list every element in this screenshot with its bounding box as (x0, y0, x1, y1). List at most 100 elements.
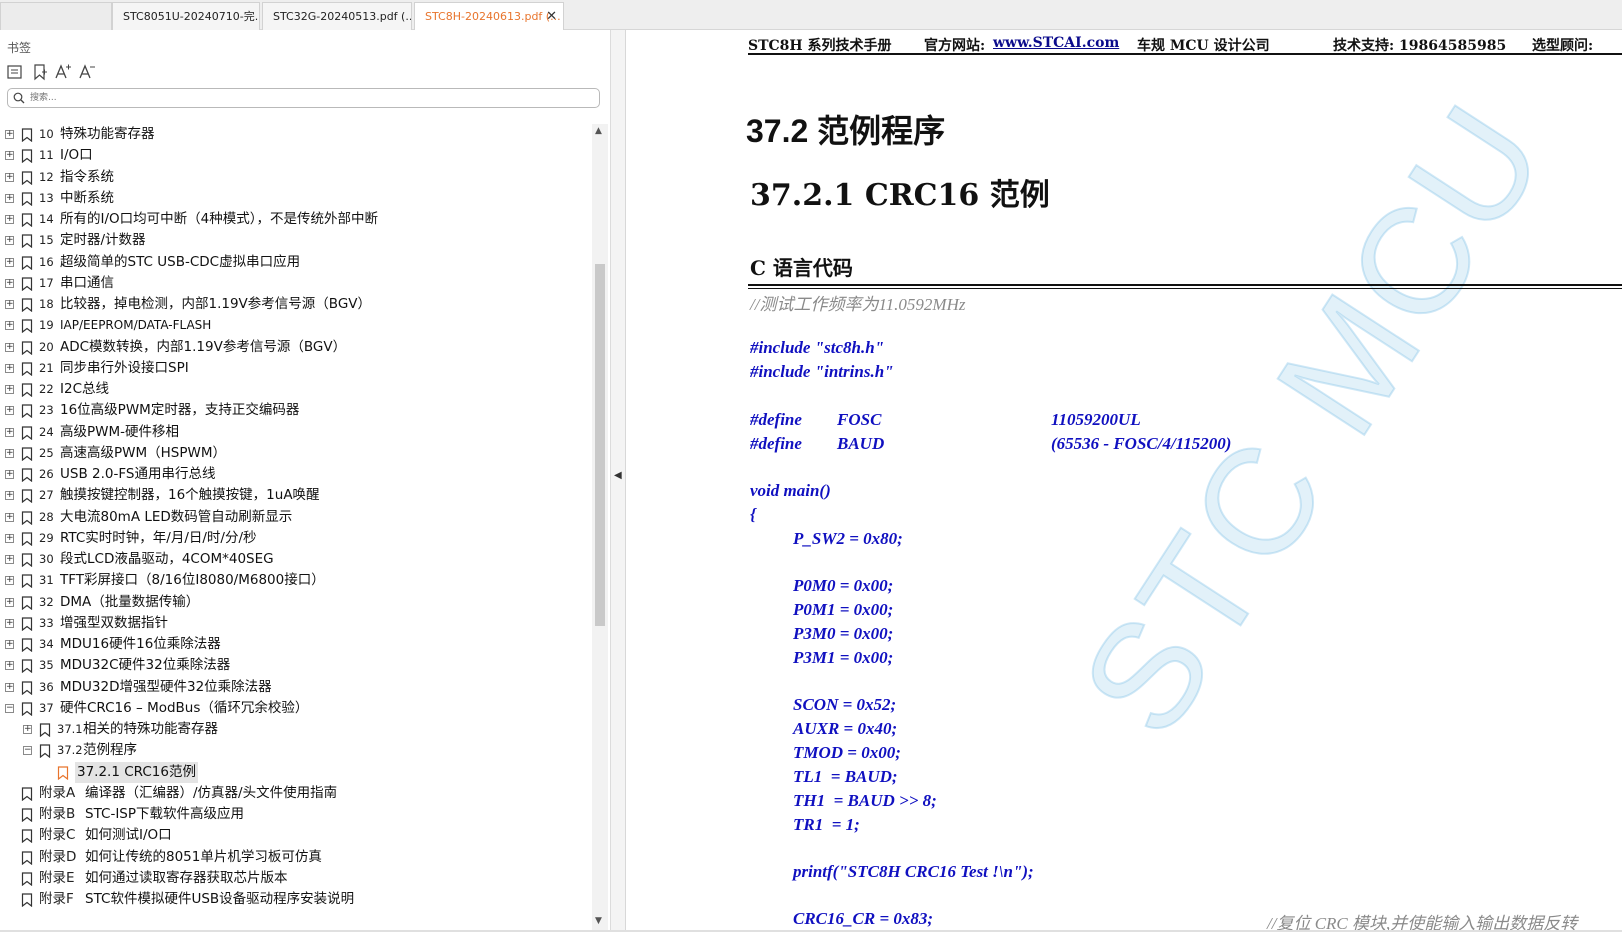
bookmark-icon (21, 681, 33, 695)
tab-stc32g[interactable]: STC32G-20240513.pdf (... (262, 2, 412, 30)
bookmark-number: 32 (39, 595, 54, 609)
expand-icon[interactable]: + (5, 385, 14, 394)
expand-icon[interactable]: + (5, 151, 14, 160)
bookmark-icon (21, 426, 33, 440)
bookmark-row[interactable]: +21 同步串行外设接口SPI (0, 358, 592, 379)
bookmark-row[interactable]: +19 IAP/EEPROM/DATA-FLASH (0, 315, 592, 336)
bookmark-row[interactable]: +27 触摸按键控制器，16个触摸按键，1uA唤醒 (0, 485, 592, 506)
bookmark-row[interactable]: +36 MDU32D增强型硬件32位乘除法器 (0, 677, 592, 698)
increase-font-icon[interactable] (54, 63, 72, 81)
expand-icon[interactable]: + (5, 619, 14, 628)
bookmark-row[interactable]: +14 所有的I/O口均可中断（4种模式），不是传统外部中断 (0, 209, 592, 230)
expand-icon[interactable]: + (5, 576, 14, 585)
scroll-up-arrow[interactable]: ▲ (595, 126, 602, 136)
close-icon[interactable]: ✕ (546, 3, 557, 30)
bookmark-row[interactable]: 附录F STC软件模拟硬件USB设备驱动程序安装说明 (0, 889, 592, 910)
tab-label: STC8H-20240613.pdf (... (425, 10, 561, 23)
expand-icon[interactable]: + (5, 428, 14, 437)
bookmark-row[interactable]: +35 MDU32C硬件32位乘除法器 (0, 655, 592, 676)
code-line: #define (750, 410, 802, 429)
add-bookmark-icon[interactable] (31, 63, 49, 81)
bookmark-number: 16 (39, 255, 54, 269)
decrease-font-icon[interactable] (78, 63, 96, 81)
bookmark-row[interactable]: +11 I/O口 (0, 145, 592, 166)
bookmark-search[interactable] (7, 88, 600, 108)
scrollbar-thumb[interactable] (595, 264, 605, 626)
bookmark-row[interactable]: +28 大电流80mA LED数码管自动刷新显示 (0, 507, 592, 528)
expand-icon[interactable]: + (5, 513, 14, 522)
expand-icon[interactable]: + (5, 640, 14, 649)
expand-icon[interactable]: + (5, 470, 14, 479)
expand-icon[interactable]: + (5, 364, 14, 373)
expand-icon[interactable]: + (5, 555, 14, 564)
expand-icon[interactable]: + (5, 300, 14, 309)
bookmark-icon (21, 468, 33, 482)
code-line: TL1 = BAUD; (793, 767, 898, 786)
collapse-icon[interactable]: − (23, 746, 32, 755)
bookmark-row[interactable]: 附录C 如何测试I/O口 (0, 825, 592, 846)
expand-icon[interactable]: + (5, 491, 14, 500)
expand-icon[interactable]: + (5, 130, 14, 139)
expand-icon[interactable]: + (5, 321, 14, 330)
bookmark-row[interactable]: +18 比较器，掉电检测，内部1.19V参考信号源（BGV） (0, 294, 592, 315)
expand-icon[interactable]: + (5, 279, 14, 288)
expand-all-icon[interactable] (6, 63, 24, 81)
bookmark-row[interactable]: +29 RTC实时时钟，年/月/日/时/分/秒 (0, 528, 592, 549)
expand-icon[interactable]: + (5, 534, 14, 543)
bookmark-row[interactable]: +22 I2C总线 (0, 379, 592, 400)
bookmark-row[interactable]: 附录A 编译器（汇编器）/仿真器/头文件使用指南 (0, 783, 592, 804)
bookmark-row[interactable]: +26 USB 2.0-FS通用串行总线 (0, 464, 592, 485)
header-site-link[interactable]: www.STCAI.com (993, 35, 1119, 51)
scroll-down-arrow[interactable]: ▼ (595, 916, 602, 926)
bookmark-number: 17 (39, 276, 54, 290)
expand-icon[interactable]: + (5, 598, 14, 607)
search-input[interactable] (30, 91, 590, 105)
collapse-sidebar-button[interactable]: ◀ (611, 30, 626, 932)
expand-icon[interactable]: + (5, 406, 14, 415)
bookmark-row[interactable]: +32 DMA（批量数据传输） (0, 592, 592, 613)
header-site-label: 官方网站: (924, 38, 986, 54)
bookmark-row[interactable]: +34 MDU16硬件16位乘除法器 (0, 634, 592, 655)
bookmark-number: 13 (39, 191, 54, 205)
expand-icon[interactable]: + (5, 215, 14, 224)
bookmark-row[interactable]: − 37 硬件CRC16 – ModBus（循环冗余校验） (0, 698, 592, 719)
bookmark-row[interactable]: +37.1 相关的特殊功能寄存器 (0, 719, 592, 740)
collapse-icon[interactable]: − (5, 704, 14, 713)
bookmark-row[interactable]: +31 TFT彩屏接口（8/16位I8080/M6800接口） (0, 570, 592, 591)
expand-icon[interactable]: + (5, 194, 14, 203)
bookmark-row[interactable]: − 37.2 范例程序 (0, 740, 592, 761)
bookmark-title: TFT彩屏接口（8/16位I8080/M6800接口） (60, 572, 325, 588)
expand-icon[interactable]: + (5, 173, 14, 182)
bookmark-row[interactable]: +33 增强型双数据指针 (0, 613, 592, 634)
bookmark-row[interactable]: 37.2.1 CRC16范例 (0, 762, 592, 783)
bookmark-row[interactable]: +23 16位高级PWM定时器，支持正交编码器 (0, 400, 592, 421)
bookmark-row[interactable]: +25 高速高级PWM（HSPWM） (0, 443, 592, 464)
bookmark-icon (21, 362, 33, 376)
bookmark-row[interactable]: +10 特殊功能寄存器 (0, 124, 592, 145)
bookmark-row[interactable]: +17 串口通信 (0, 273, 592, 294)
expand-icon[interactable]: + (5, 236, 14, 245)
bookmark-row[interactable]: 附录E 如何通过读取寄存器获取芯片版本 (0, 868, 592, 889)
sidebar-scrollbar[interactable]: ▲ ▼ (592, 124, 608, 932)
code-line: //测试工作频率为11.0592MHz (750, 295, 966, 314)
bookmark-row[interactable]: 附录D 如何让传统的8051单片机学习板可仿真 (0, 847, 592, 868)
bookmark-row[interactable]: +16 超级简单的STC USB-CDC虚拟串口应用 (0, 252, 592, 273)
bookmark-row[interactable]: +30 段式LCD液晶驱动，4COM*40SEG (0, 549, 592, 570)
bookmark-row[interactable]: +12 指令系统 (0, 167, 592, 188)
expand-icon[interactable]: + (5, 343, 14, 352)
bookmark-row[interactable]: +20 ADC模数转换，内部1.19V参考信号源（BGV） (0, 337, 592, 358)
bookmark-title: DMA（批量数据传输） (60, 594, 200, 610)
expand-icon[interactable]: + (5, 683, 14, 692)
bookmark-row[interactable]: 附录B STC-ISP下载软件高级应用 (0, 804, 592, 825)
expand-icon[interactable]: + (5, 449, 14, 458)
expand-icon[interactable]: + (23, 725, 32, 734)
bookmark-row[interactable]: +13 中断系统 (0, 188, 592, 209)
bookmark-icon (21, 298, 33, 312)
bookmark-row[interactable]: +15 定时器/计数器 (0, 230, 592, 251)
tab-stc8h[interactable]: STC8H-20240613.pdf (... ✕ (414, 2, 564, 30)
expand-icon[interactable]: + (5, 258, 14, 267)
expand-icon[interactable]: + (5, 661, 14, 670)
bookmark-row[interactable]: +24 高级PWM-硬件移相 (0, 422, 592, 443)
tab-stc8051u[interactable]: STC8051U-20240710-完... (112, 2, 260, 30)
bookmark-title: 相关的特殊功能寄存器 (83, 721, 218, 737)
